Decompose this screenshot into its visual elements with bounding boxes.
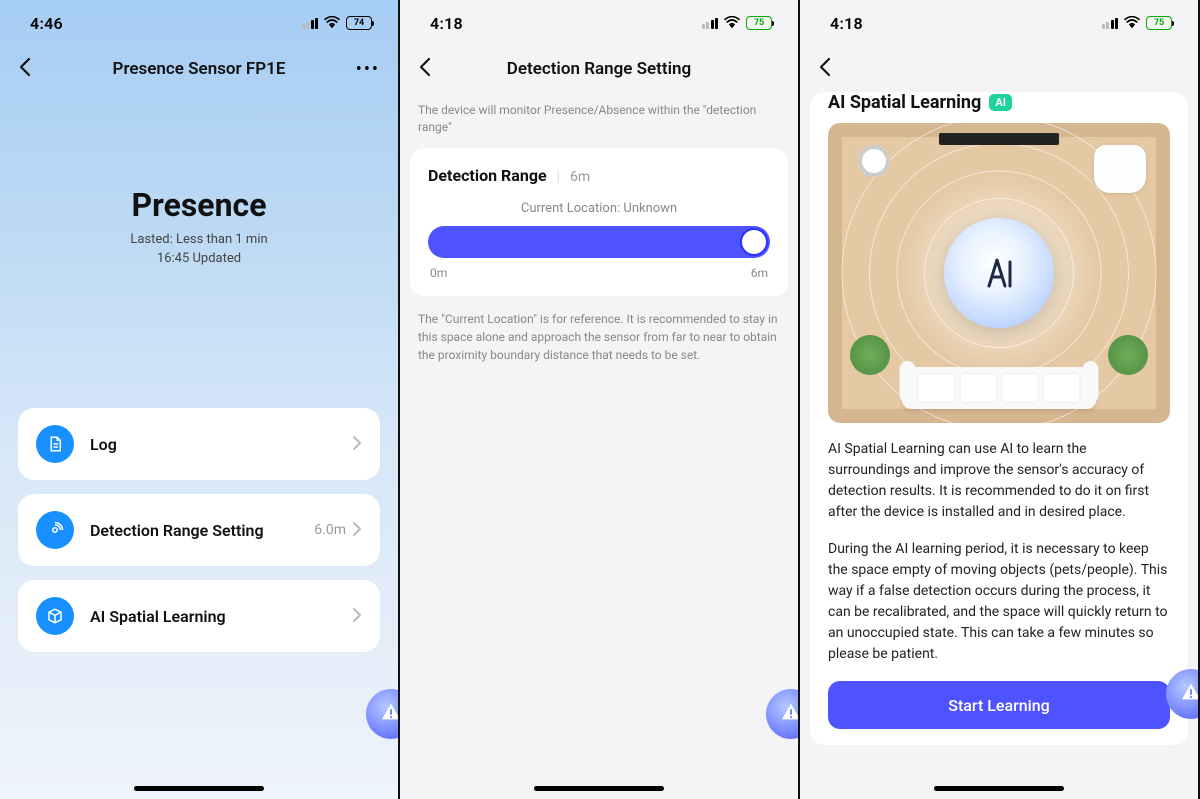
battery-icon: 75 [1146, 16, 1172, 30]
card-title: AI Spatial Learning [828, 92, 981, 113]
status-bar: 4:46 74 [0, 0, 398, 46]
detection-range-card: Detection Range | 6m Current Location: U… [410, 148, 788, 296]
more-button[interactable]: ••• [352, 59, 380, 80]
cube-icon [36, 597, 74, 635]
page-title: Presence Sensor FP1E [46, 59, 352, 79]
card-description: AI Spatial Learning can use AI to learn … [810, 423, 1188, 665]
home-indicator[interactable] [934, 786, 1064, 791]
section-note: The "Current Location" is for reference.… [400, 296, 798, 378]
status-bar: 4:18 75 [400, 0, 798, 46]
room-purifier [858, 145, 890, 177]
cellular-icon [302, 18, 319, 29]
menu-label: Detection Range Setting [90, 521, 314, 540]
wifi-icon [324, 16, 340, 31]
menu-label: AI Spatial Learning [90, 607, 352, 626]
section-intro: The device will monitor Presence/Absence… [400, 92, 798, 148]
cellular-icon [702, 18, 719, 29]
menu-item-ai-spatial[interactable]: AI Spatial Learning [18, 580, 380, 652]
room-chair [1094, 145, 1146, 193]
desc-paragraph: AI Spatial Learning can use AI to learn … [828, 439, 1170, 523]
menu-item-log[interactable]: Log [18, 408, 380, 480]
menu-label: Log [90, 435, 352, 454]
document-icon [36, 425, 74, 463]
status-icons: 75 [702, 16, 773, 31]
presence-duration: Lasted: Less than 1 min [0, 232, 398, 247]
menu-list: Log Detection Range Setting 6.0m AI Spat… [0, 276, 398, 652]
detection-range-label: Detection Range [428, 166, 547, 185]
presence-status: Presence [0, 186, 398, 224]
battery-icon: 75 [746, 16, 772, 30]
status-bar: 4:18 75 [800, 0, 1198, 46]
warning-icon [1180, 681, 1200, 708]
nav-bar: Presence Sensor FP1E ••• [0, 46, 398, 92]
screen-detection-range: 4:18 75 Detection Range Setting The devi… [400, 0, 800, 799]
slider-thumb[interactable] [740, 228, 768, 256]
floating-assistant-button[interactable] [366, 689, 400, 739]
slider-max: 6m [751, 266, 768, 280]
room-illustration [828, 123, 1170, 423]
chevron-right-icon [352, 518, 362, 542]
screen-ai-spatial-learning: 4:18 75 AI Spatial Learning AI [800, 0, 1200, 799]
ai-badge: AI [989, 94, 1012, 111]
back-button[interactable] [418, 55, 446, 83]
current-location-label: Current Location: Unknown [428, 201, 770, 216]
desc-paragraph: During the AI learning period, it is nec… [828, 539, 1170, 665]
wifi-icon [1124, 16, 1140, 31]
battery-icon: 74 [346, 16, 372, 30]
start-learning-button[interactable]: Start Learning [828, 681, 1170, 729]
status-icons: 75 [1102, 16, 1173, 31]
home-indicator[interactable] [134, 786, 264, 791]
status-icons: 74 [302, 16, 373, 31]
room-plant [1108, 335, 1148, 375]
status-time: 4:18 [430, 14, 463, 33]
room-sofa [902, 367, 1097, 409]
presence-hero: Presence Lasted: Less than 1 min 16:45 U… [0, 92, 398, 276]
wifi-icon [724, 16, 740, 31]
home-indicator[interactable] [534, 786, 664, 791]
warning-icon [380, 701, 400, 728]
presence-updated: 16:45 Updated [0, 251, 398, 266]
chevron-right-icon [352, 604, 362, 628]
range-slider[interactable] [428, 226, 770, 258]
chevron-right-icon [352, 432, 362, 456]
page-title: Detection Range Setting [446, 59, 752, 79]
menu-item-detection-range[interactable]: Detection Range Setting 6.0m [18, 494, 380, 566]
ai-orb-icon [944, 218, 1054, 328]
slider-min: 0m [430, 266, 447, 280]
room-plant [850, 335, 890, 375]
ai-learning-card: AI Spatial Learning AI AI Spatial Learni… [810, 92, 1188, 745]
floating-assistant-button[interactable] [766, 689, 800, 739]
nav-bar [800, 46, 1198, 92]
back-button[interactable] [818, 55, 846, 83]
nav-bar: Detection Range Setting [400, 46, 798, 92]
status-time: 4:46 [30, 14, 63, 33]
radar-icon [36, 511, 74, 549]
status-time: 4:18 [830, 14, 863, 33]
screen-presence-sensor: 4:46 74 Presence Sensor FP1E ••• Presenc… [0, 0, 400, 799]
detection-range-value: 6m [570, 169, 590, 185]
slider-scale: 0m 6m [428, 266, 770, 280]
menu-value: 6.0m [314, 522, 346, 538]
room-tv [939, 133, 1059, 145]
cellular-icon [1102, 18, 1119, 29]
back-button[interactable] [18, 55, 46, 83]
warning-icon [780, 701, 800, 728]
